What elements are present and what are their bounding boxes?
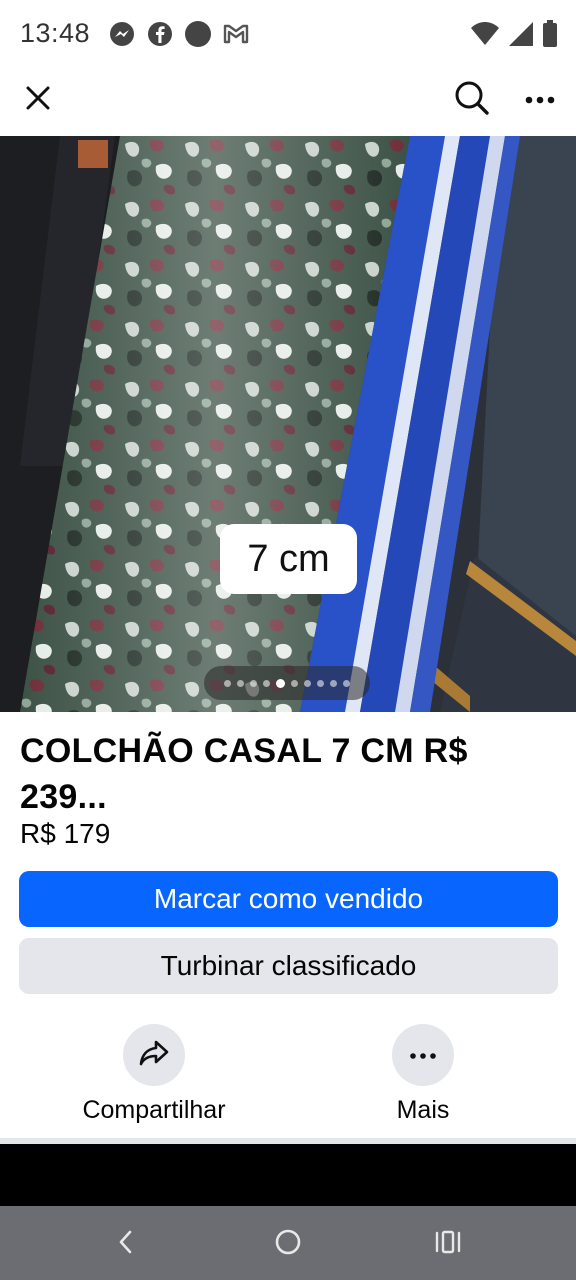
more-icon (525, 91, 555, 109)
wifi-icon (470, 21, 500, 52)
battery-icon (542, 20, 558, 53)
photo-overlay-label: 7 cm (220, 524, 357, 594)
facebook-icon (146, 20, 174, 48)
pagination-dot (291, 679, 298, 687)
system-icons (470, 20, 558, 53)
recents-button[interactable] (428, 1224, 468, 1264)
gmail-icon (222, 20, 250, 48)
messenger-icon (108, 20, 136, 48)
listing-price: R$ 179 (20, 818, 111, 849)
search-button[interactable] (450, 78, 494, 122)
close-icon (24, 84, 52, 117)
photo-pagination[interactable] (204, 666, 370, 700)
signal-icon (508, 21, 534, 52)
share-label: Compartilhar (82, 1096, 226, 1124)
pagination-dot-active (276, 678, 285, 688)
mattress-image (0, 136, 576, 712)
pagination-dot (304, 679, 311, 687)
more-label: Mais (396, 1096, 450, 1124)
pagination-dot (237, 679, 244, 687)
pagination-dot (317, 679, 324, 687)
share-icon (138, 1039, 170, 1072)
listing-title: COLCHÃO CASAL 7 CM R$ 239... (20, 732, 468, 816)
mark-as-sold-button[interactable]: Marcar como vendido (19, 871, 558, 927)
notification-icons (108, 20, 250, 48)
status-time: 13:48 (20, 18, 91, 48)
home-button[interactable] (268, 1224, 308, 1264)
boost-listing-button[interactable]: Turbinar classificado (19, 938, 558, 994)
recents-icon (434, 1229, 462, 1260)
pagination-dot (224, 679, 231, 687)
system-nav-bar (0, 1206, 576, 1280)
back-icon (116, 1229, 136, 1260)
more-action[interactable]: Mais (323, 1024, 523, 1125)
home-icon (274, 1228, 302, 1261)
back-button[interactable] (106, 1224, 146, 1264)
pagination-dot (263, 679, 270, 687)
pagination-dot (250, 679, 257, 687)
more-dots-icon (410, 1046, 436, 1064)
pagination-dot (343, 679, 350, 687)
listing-photo[interactable]: 7 cm (0, 136, 576, 712)
pagination-dot (330, 679, 337, 687)
circle-icon (184, 20, 212, 48)
search-icon (454, 80, 490, 121)
status-bar: 13:48 (0, 0, 576, 70)
bottom-band (0, 1144, 576, 1206)
close-button[interactable] (18, 80, 58, 120)
share-action[interactable]: Compartilhar (54, 1024, 254, 1125)
share-button[interactable] (123, 1024, 185, 1086)
more-options-button[interactable] (518, 78, 562, 122)
top-nav (0, 70, 576, 136)
more-button[interactable] (392, 1024, 454, 1086)
